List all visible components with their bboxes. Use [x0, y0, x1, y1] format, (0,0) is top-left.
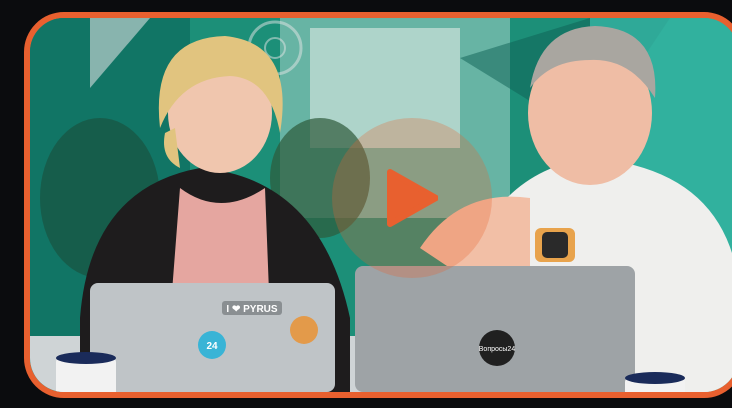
play-button[interactable] — [332, 118, 492, 278]
laptop-logo-text: Вопросы24 — [479, 346, 516, 353]
laptop-sticker-text: I ❤ PYRUS — [226, 304, 277, 315]
laptop-left: 24 I ❤ PYRUS — [90, 283, 335, 392]
laptop-right: Вопросы24 — [355, 266, 635, 392]
play-icon — [387, 169, 438, 227]
laptop-badge-text: 24 — [206, 341, 218, 352]
video-card[interactable]: 24 I ❤ PYRUS Вопросы24 — [24, 12, 732, 398]
